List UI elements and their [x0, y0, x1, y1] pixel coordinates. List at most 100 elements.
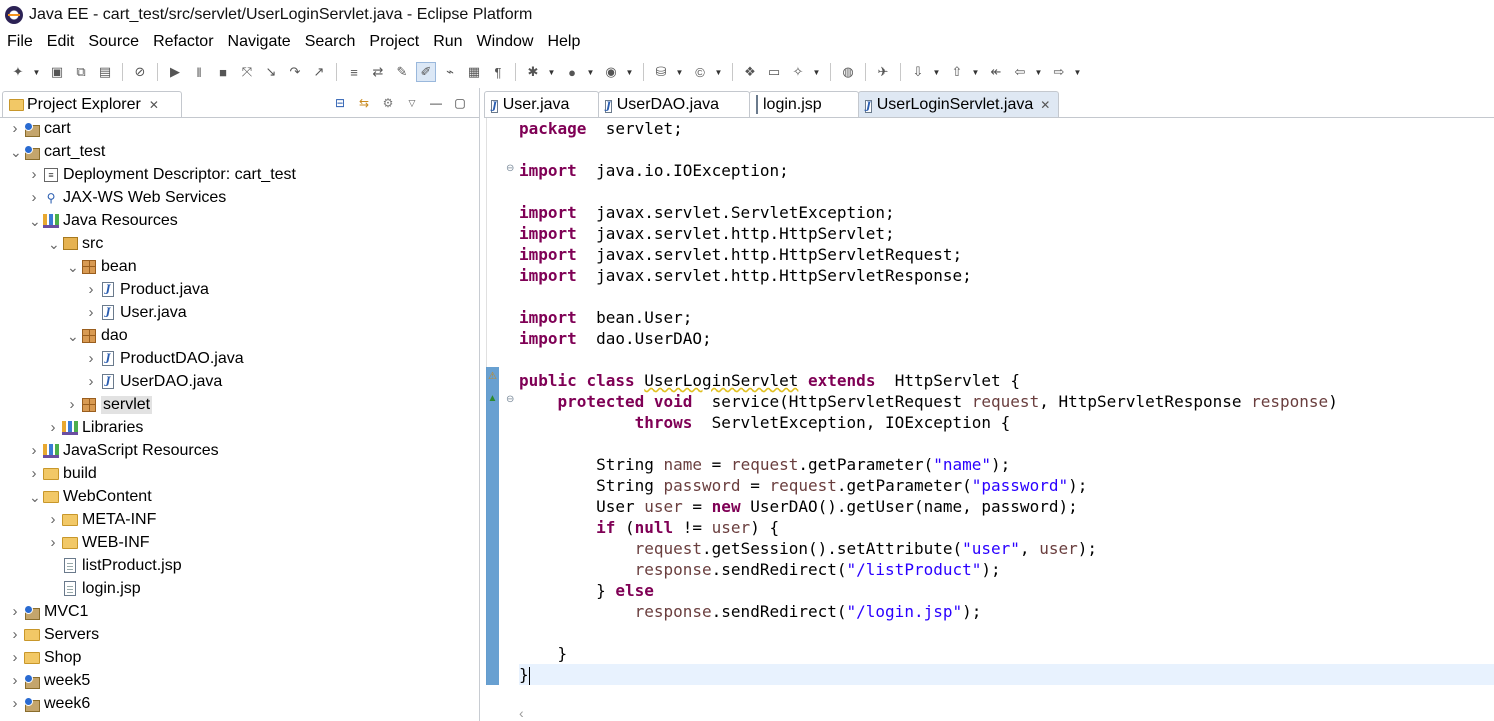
editor-tab[interactable]: J UserLoginServlet.java ✕ [858, 91, 1060, 117]
chevron-right-icon[interactable]: › [29, 465, 39, 482]
tree-item[interactable]: › cart [0, 117, 479, 140]
menu-help[interactable]: Help [540, 33, 587, 51]
new-server-icon[interactable]: ⛁ [651, 62, 671, 82]
last-edit-location-icon[interactable]: ↞ [986, 62, 1006, 82]
new-dropdown-icon[interactable]: ▼ [32, 62, 41, 82]
resume-icon[interactable]: ▶ [165, 62, 185, 82]
debug-icon[interactable]: ✱ [523, 62, 543, 82]
new-class-icon[interactable]: © [690, 62, 710, 82]
chevron-right-icon[interactable]: › [29, 442, 39, 459]
filters-icon[interactable]: ⚙ [379, 94, 397, 112]
editor-tab[interactable]: login.jsp [749, 91, 859, 117]
chevron-right-icon[interactable]: › [48, 534, 58, 551]
chevron-down-icon[interactable]: ⌄ [29, 490, 41, 504]
disconnect-icon[interactable]: ⤧ [237, 62, 257, 82]
open-type-icon[interactable]: ⇄ [368, 62, 388, 82]
tree-item[interactable]: › ⚲ JAX-WS Web Services [0, 186, 479, 209]
chevron-right-icon[interactable]: › [10, 695, 20, 712]
tree-item[interactable]: ⌄ src [0, 232, 479, 255]
menu-edit[interactable]: Edit [40, 33, 82, 51]
tree-item[interactable]: › Shop [0, 646, 479, 669]
toggle-highlight-icon[interactable]: ✐ [416, 62, 436, 82]
close-icon[interactable]: ✕ [149, 98, 159, 112]
chevron-down-icon[interactable]: ⌄ [67, 260, 79, 274]
back-dropdown-icon[interactable]: ▼ [1034, 62, 1043, 82]
project-explorer-tab[interactable]: Project Explorer ✕ [2, 91, 182, 117]
warning-icon[interactable]: ⚠ [486, 370, 499, 384]
chevron-right-icon[interactable]: › [10, 603, 20, 620]
back-icon[interactable]: ⇦ [1010, 62, 1030, 82]
chevron-down-icon[interactable]: ⌄ [10, 145, 22, 159]
tree-item[interactable]: › week6 [0, 692, 479, 715]
tree-item[interactable]: › ≡ Deployment Descriptor: cart_test [0, 163, 479, 186]
external-tools-icon[interactable]: ◉ [601, 62, 621, 82]
suspend-icon[interactable]: ‖ [189, 62, 209, 82]
menu-window[interactable]: Window [470, 33, 541, 51]
menu-file[interactable]: File [0, 33, 40, 51]
view-menu-icon[interactable]: ▽ [403, 94, 421, 112]
open-project-icon[interactable]: ❖ [740, 62, 760, 82]
new-icon[interactable]: ✦ [8, 62, 28, 82]
tree-item[interactable]: › week5 [0, 669, 479, 692]
terminal-icon[interactable]: ▤ [95, 62, 115, 82]
scroll-left-icon[interactable]: ‹ [519, 705, 524, 721]
external-tools-dropdown-icon[interactable]: ▼ [625, 62, 634, 82]
save-icon[interactable]: ▣ [47, 62, 67, 82]
menu-source[interactable]: Source [81, 33, 146, 51]
chevron-right-icon[interactable]: › [29, 166, 39, 183]
tree-item[interactable]: › WEB-INF [0, 531, 479, 554]
editor-tab[interactable]: J UserDAO.java [598, 91, 750, 117]
tree-item[interactable]: › J UserDAO.java [0, 370, 479, 393]
forward-icon[interactable]: ⇨ [1049, 62, 1069, 82]
search-tool-icon[interactable]: ✧ [788, 62, 808, 82]
toggle-mark-occurrences-icon[interactable]: ✎ [392, 62, 412, 82]
editor-tab[interactable]: J User.java [484, 91, 599, 117]
debug-dropdown-icon[interactable]: ▼ [547, 62, 556, 82]
skip-breakpoints-icon[interactable]: ⊘ [130, 62, 150, 82]
tree-item[interactable]: › Libraries [0, 416, 479, 439]
tree-item[interactable]: › META-INF [0, 508, 479, 531]
tree-item[interactable]: listProduct.jsp [0, 554, 479, 577]
fold-import-icon[interactable]: ⊖ [506, 164, 516, 174]
step-return-icon[interactable]: ↗ [309, 62, 329, 82]
chevron-right-icon[interactable]: › [10, 626, 20, 643]
collapse-all-icon[interactable]: ⊟ [331, 94, 349, 112]
tree-item[interactable]: ⌄ dao [0, 324, 479, 347]
chevron-right-icon[interactable]: › [10, 672, 20, 689]
tree-item[interactable]: › build [0, 462, 479, 485]
override-icon[interactable]: ▲ [486, 392, 499, 406]
tree-item[interactable]: › MVC1 [0, 600, 479, 623]
pin-editor-icon[interactable]: ✈ [873, 62, 893, 82]
word-wrap-icon[interactable]: ¶ [488, 62, 508, 82]
chevron-down-icon[interactable]: ⌄ [29, 214, 41, 228]
chevron-right-icon[interactable]: › [86, 281, 96, 298]
tree-item[interactable]: login.jsp [0, 577, 479, 600]
new-server-dropdown-icon[interactable]: ▼ [675, 62, 684, 82]
menu-navigate[interactable]: Navigate [221, 33, 298, 51]
run-dropdown-icon[interactable]: ▼ [586, 62, 595, 82]
chevron-right-icon[interactable]: › [10, 120, 20, 137]
maximize-icon[interactable]: ▢ [451, 94, 469, 112]
minimize-icon[interactable]: — [427, 94, 445, 112]
tree-item[interactable]: ⌄ cart_test [0, 140, 479, 163]
terminate-icon[interactable]: ■ [213, 62, 233, 82]
use-step-filters-icon[interactable]: ≡ [344, 62, 364, 82]
menu-refactor[interactable]: Refactor [146, 33, 220, 51]
previous-annotation-icon[interactable]: ⇧ [947, 62, 967, 82]
tree-item[interactable]: › J Product.java [0, 278, 479, 301]
tree-item[interactable]: ⌄ bean [0, 255, 479, 278]
chevron-down-icon[interactable]: ⌄ [48, 237, 60, 251]
forward-dropdown-icon[interactable]: ▼ [1073, 62, 1082, 82]
block-selection-icon[interactable]: ⌁ [440, 62, 460, 82]
step-into-icon[interactable]: ↘ [261, 62, 281, 82]
globe-icon[interactable]: ◍ [838, 62, 858, 82]
close-icon[interactable]: ✕ [1040, 98, 1050, 112]
next-annotation-icon[interactable]: ⇩ [908, 62, 928, 82]
chevron-right-icon[interactable]: › [67, 396, 77, 413]
menu-search[interactable]: Search [298, 33, 363, 51]
chevron-right-icon[interactable]: › [29, 189, 39, 206]
chevron-right-icon[interactable]: › [48, 511, 58, 528]
chevron-right-icon[interactable]: › [86, 350, 96, 367]
chevron-right-icon[interactable]: › [86, 373, 96, 390]
chevron-right-icon[interactable]: › [10, 649, 20, 666]
